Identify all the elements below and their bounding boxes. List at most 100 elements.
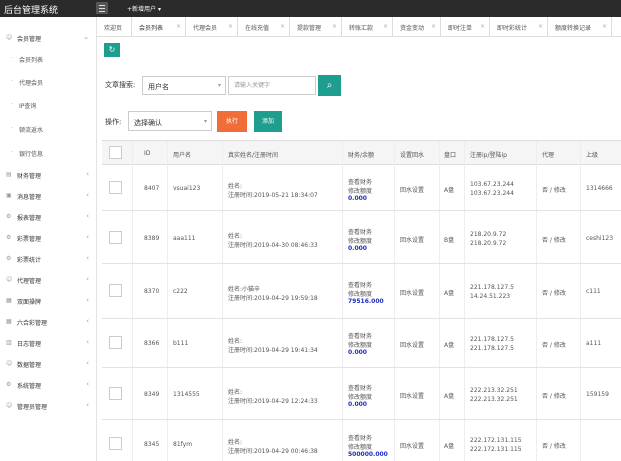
row-checkbox[interactable]	[109, 437, 122, 450]
rebate-settings-link[interactable]: 回水设置	[400, 235, 424, 244]
close-icon[interactable]: ×	[431, 23, 436, 30]
row-checkbox[interactable]	[109, 284, 122, 297]
tab-agent-members[interactable]: 代理会员 ×	[186, 17, 238, 36]
sidebar-item-agents[interactable]: ☺ 代理管理 ‹	[0, 270, 97, 290]
view-finance-link[interactable]: 查看财务	[348, 280, 372, 289]
sidebar-item-finance[interactable]: ▤ 财务管理 ‹	[0, 165, 97, 185]
agent-edit-link[interactable]: 否 / 修改	[542, 441, 566, 450]
view-finance-link[interactable]: 查看财务	[348, 331, 372, 340]
select-all-checkbox[interactable]	[109, 146, 122, 159]
rebate-settings-link[interactable]: 回水设置	[400, 185, 424, 194]
tab-online-recharge[interactable]: 在线充值 ×	[238, 17, 290, 36]
chevron-left-icon: ‹	[86, 191, 89, 199]
chevron-down-icon: ▾	[217, 82, 221, 89]
chevron-left-icon: ‹	[86, 212, 89, 220]
close-icon[interactable]: ×	[602, 23, 607, 30]
cell-login-ip: 222.172.131.115	[470, 446, 522, 453]
execute-button[interactable]: 执行	[217, 111, 247, 132]
cell-username: b111	[173, 340, 189, 347]
search-field-select[interactable]: 用户名 ▾	[142, 76, 226, 95]
agent-edit-link[interactable]: 否 / 修改	[542, 340, 566, 349]
add-button[interactable]: 添加	[254, 111, 282, 132]
edit-quota-link[interactable]: 修改额度	[348, 392, 372, 401]
gear-icon: ⚙	[6, 213, 12, 220]
header-username: 用户名	[173, 152, 192, 159]
sidebar-item-lottery-stats[interactable]: ⚙ 彩票统计 ‹	[0, 249, 97, 269]
sidebar-item-member-management[interactable]: ☺ 会员管理 ⌄	[0, 28, 97, 48]
sidebar-item-reports[interactable]: ⚙ 报表管理 ‹	[0, 207, 97, 227]
bullet-icon: ·	[11, 78, 13, 85]
edit-quota-link[interactable]: 修改额度	[348, 442, 372, 451]
tab-transfers[interactable]: 转账汇款 ×	[342, 17, 393, 36]
new-user-dropdown[interactable]: +新增用户 ▾	[127, 4, 161, 13]
tab-live-lottery-stats[interactable]: 即时彩统计 ×	[490, 17, 548, 36]
refresh-button[interactable]: ↻	[104, 43, 120, 57]
tab-member-list[interactable]: 会员列表 ×	[132, 17, 186, 36]
view-finance-link[interactable]: 查看财务	[348, 227, 372, 236]
edit-quota-link[interactable]: 修改额度	[348, 236, 372, 245]
sidebar-item-lottery[interactable]: ⚙ 彩票管理 ‹	[0, 228, 97, 248]
close-icon[interactable]: ×	[480, 23, 485, 30]
sidebar-item-mark-six[interactable]: ▦ 六合彩管理 ‹	[0, 312, 97, 332]
sidebar-item-data[interactable]: ☺ 数据管理 ‹	[0, 354, 97, 374]
rebate-settings-link[interactable]: 回水设置	[400, 288, 424, 297]
rebate-settings-link[interactable]: 回水设置	[400, 441, 424, 450]
row-checkbox[interactable]	[109, 336, 122, 349]
close-icon[interactable]: ×	[176, 23, 181, 30]
close-icon[interactable]: ×	[280, 23, 285, 30]
agent-edit-link[interactable]: 否 / 修改	[542, 185, 566, 194]
rebate-settings-link[interactable]: 回水设置	[400, 340, 424, 349]
grid-icon: ▦	[6, 318, 12, 325]
view-finance-link[interactable]: 查看财务	[348, 383, 372, 392]
sidebar-item-bank-info[interactable]: · 银行信息	[0, 143, 97, 163]
message-icon: ▣	[6, 192, 12, 199]
sidebar-item-admins[interactable]: ☺ 管理员管理 ‹	[0, 396, 97, 416]
edit-quota-link[interactable]: 修改额度	[348, 289, 372, 298]
gear-icon: ⚙	[6, 255, 12, 262]
rebate-settings-link[interactable]: 回水设置	[400, 391, 424, 400]
agent-edit-link[interactable]: 否 / 修改	[542, 235, 566, 244]
cell-login-ip: 103.67.23.244	[470, 190, 514, 197]
search-label: 文章搜索:	[105, 81, 136, 89]
menu-toggle-button[interactable]	[96, 2, 108, 14]
header-parent: 上级	[586, 152, 599, 159]
row-checkbox[interactable]	[109, 231, 122, 244]
cell-id: 8349	[144, 391, 160, 398]
sidebar-item-ip-query[interactable]: · IP查询	[0, 95, 97, 115]
search-input[interactable]	[228, 76, 316, 95]
view-finance-link[interactable]: 查看财务	[348, 177, 372, 186]
tab-fund-changes[interactable]: 资金变动 ×	[393, 17, 441, 36]
agent-edit-link[interactable]: 否 / 修改	[542, 288, 566, 297]
close-icon[interactable]: ×	[538, 23, 543, 30]
close-icon[interactable]: ×	[332, 23, 337, 30]
tab-withdrawals[interactable]: 提款管理 ×	[290, 17, 342, 36]
tab-welcome[interactable]: 欢迎页	[97, 17, 132, 36]
row-checkbox[interactable]	[109, 181, 122, 194]
search-button[interactable]: ⌕	[318, 75, 341, 96]
sidebar-item-system[interactable]: ⚙ 系统管理 ‹	[0, 375, 97, 395]
cell-name: 姓名:	[228, 233, 243, 240]
tab-live-bets[interactable]: 即时注单 ×	[441, 17, 490, 36]
close-icon[interactable]: ×	[383, 23, 388, 30]
search-icon: ⌕	[326, 80, 333, 91]
edit-quota-link[interactable]: 修改额度	[348, 186, 372, 195]
sidebar-item-logs[interactable]: ▥ 日志管理 ‹	[0, 333, 97, 353]
view-finance-link[interactable]: 查看财务	[348, 433, 372, 442]
chevron-left-icon: ‹	[86, 401, 89, 409]
user-icon: ☺	[6, 402, 13, 409]
sidebar-item-agent-members[interactable]: · 代理会员	[0, 72, 97, 92]
header-ip: 注册ip/登陆ip	[470, 152, 507, 159]
edit-quota-link[interactable]: 修改额度	[348, 340, 372, 349]
close-icon[interactable]: ×	[228, 23, 233, 30]
sidebar-item-member-list[interactable]: · 会员列表	[0, 49, 97, 69]
sidebar-item-double-sided[interactable]: ▦ 双面操牌 ‹	[0, 291, 97, 311]
table-row: 8366 b111 姓名: 注册时间:2019-04-29 19:41:34 查…	[102, 319, 621, 368]
operation-select[interactable]: 选择确认 ▾	[128, 111, 212, 131]
sidebar-item-messages[interactable]: ▣ 消息管理 ‹	[0, 186, 97, 206]
row-checkbox[interactable]	[109, 387, 122, 400]
cell-parent: 159159	[586, 391, 609, 398]
agent-edit-link[interactable]: 否 / 修改	[542, 391, 566, 400]
tab-quota-transfer-records[interactable]: 额度转换记录 ×	[548, 17, 612, 36]
sidebar-item-rebate[interactable]: · 顿流返水	[0, 119, 97, 139]
cell-register-ip: 103.67.23.244	[470, 181, 514, 188]
